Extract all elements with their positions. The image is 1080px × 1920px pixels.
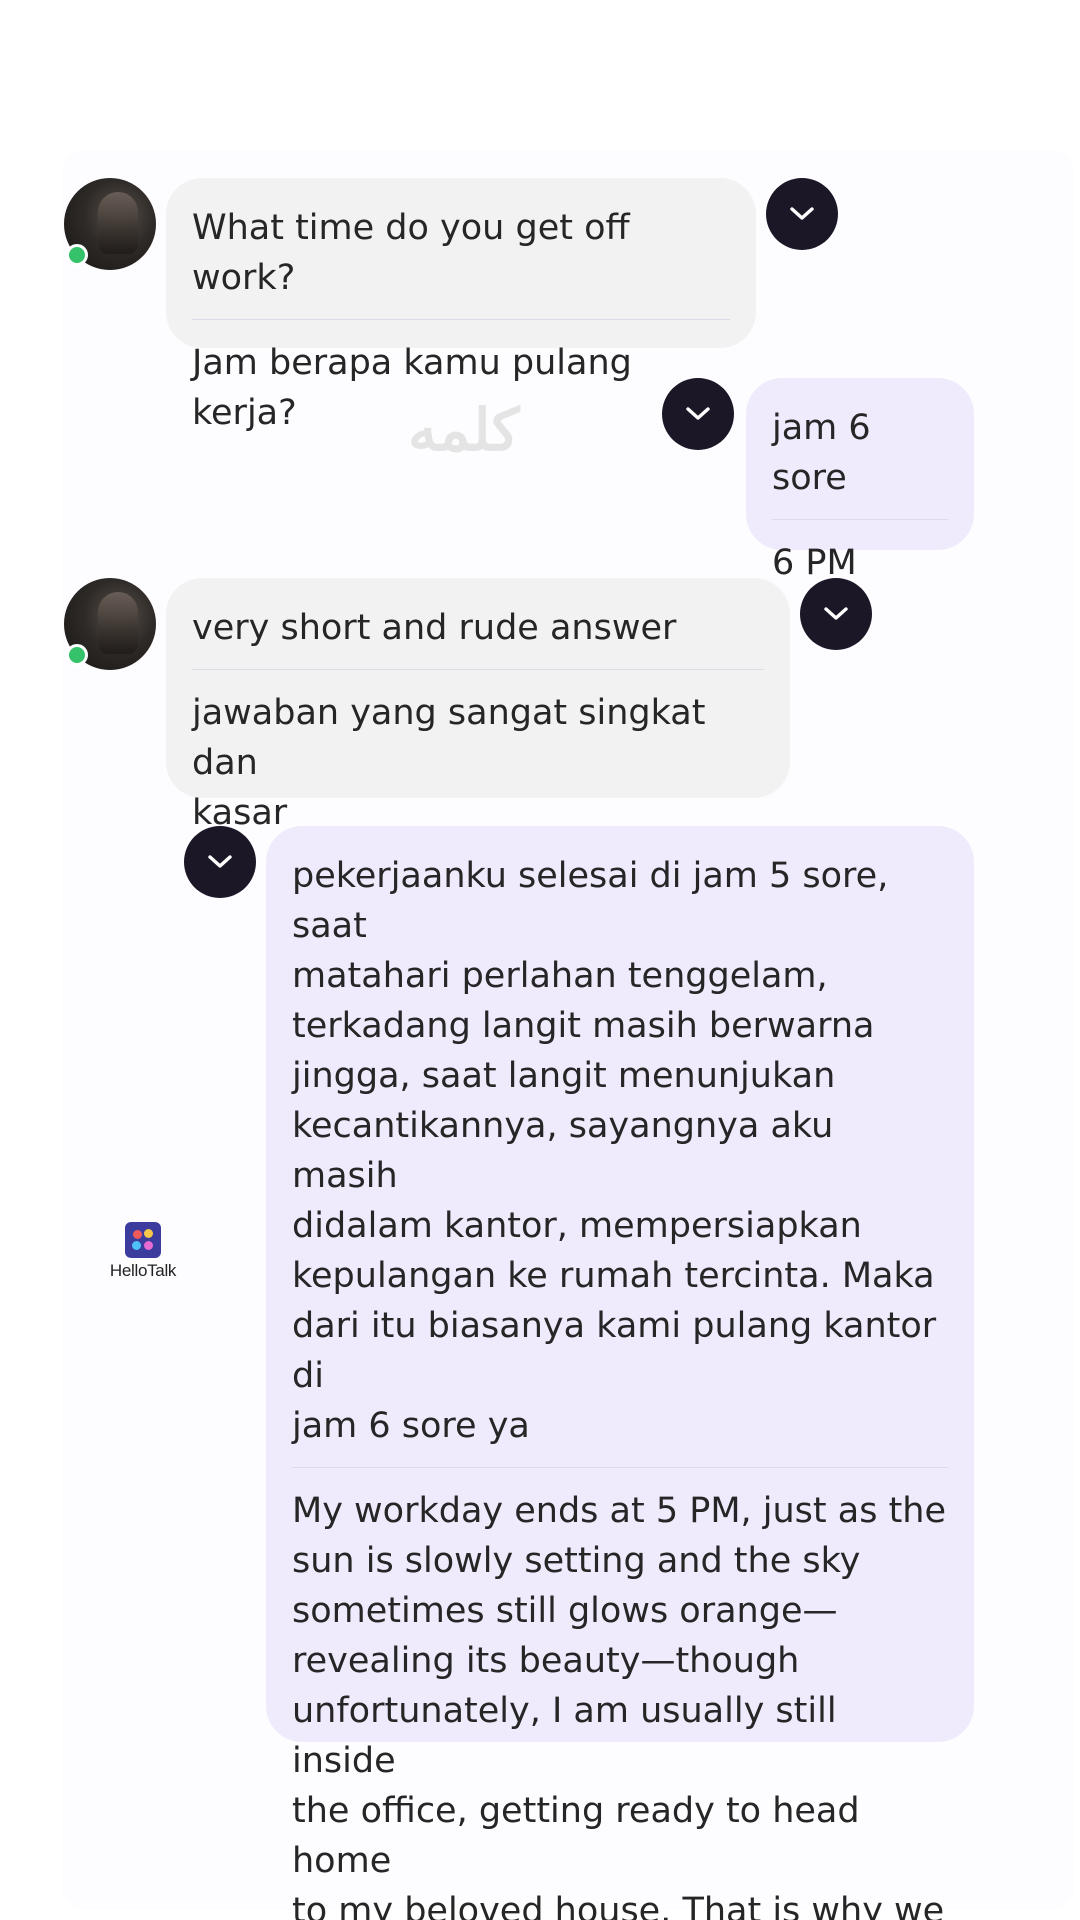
online-status-dot (66, 644, 88, 666)
message-bubble-incoming[interactable]: What time do you get off work? Jam berap… (166, 178, 756, 433)
chevron-down-icon (790, 207, 814, 220)
hellotalk-label: HelloTalk (109, 1261, 177, 1280)
avatar[interactable] (64, 178, 156, 270)
message-menu-button[interactable] (766, 178, 838, 250)
chevron-down-icon (824, 607, 848, 620)
message-menu-button[interactable] (184, 826, 256, 898)
avatar[interactable] (64, 578, 156, 670)
message-bubble-incoming[interactable]: very short and rude answer jawaban yang … (166, 578, 790, 833)
message-translation-text: jawaban yang sangat singkat dan kasar (192, 693, 706, 833)
hellotalk-watermark: HelloTalk (106, 1222, 180, 1281)
message-menu-button[interactable] (662, 378, 734, 450)
chevron-down-icon (208, 855, 232, 868)
chat-screenshot: كلمه What time do you get off work? Jam … (0, 0, 1080, 1920)
translation-divider (192, 669, 764, 670)
translation-divider (292, 1467, 948, 1468)
hellotalk-logo-icon (125, 1222, 161, 1258)
message-original-text: What time do you get off work? (192, 208, 641, 298)
message-translation-text: Jam berapa kamu pulang kerja? (192, 343, 643, 433)
online-status-dot (66, 244, 88, 266)
message-original-text: pekerjaanku selesai di jam 5 sore, saat … (292, 856, 937, 1446)
message-translation-text: My workday ends at 5 PM, just as the sun… (292, 1491, 947, 1920)
translation-divider (192, 319, 730, 320)
message-original-text: jam 6 sore (772, 408, 882, 498)
avatar-photo (98, 192, 138, 254)
message-bubble-outgoing[interactable]: pekerjaanku selesai di jam 5 sore, saat … (266, 826, 974, 1920)
message-menu-button[interactable] (800, 578, 872, 650)
translation-divider (772, 519, 948, 520)
avatar-photo (98, 592, 138, 654)
message-original-text: very short and rude answer (192, 608, 677, 648)
message-translation-text: 6 PM (772, 543, 857, 583)
chevron-down-icon (686, 407, 710, 420)
message-bubble-outgoing[interactable]: jam 6 sore 6 PM (746, 378, 974, 583)
